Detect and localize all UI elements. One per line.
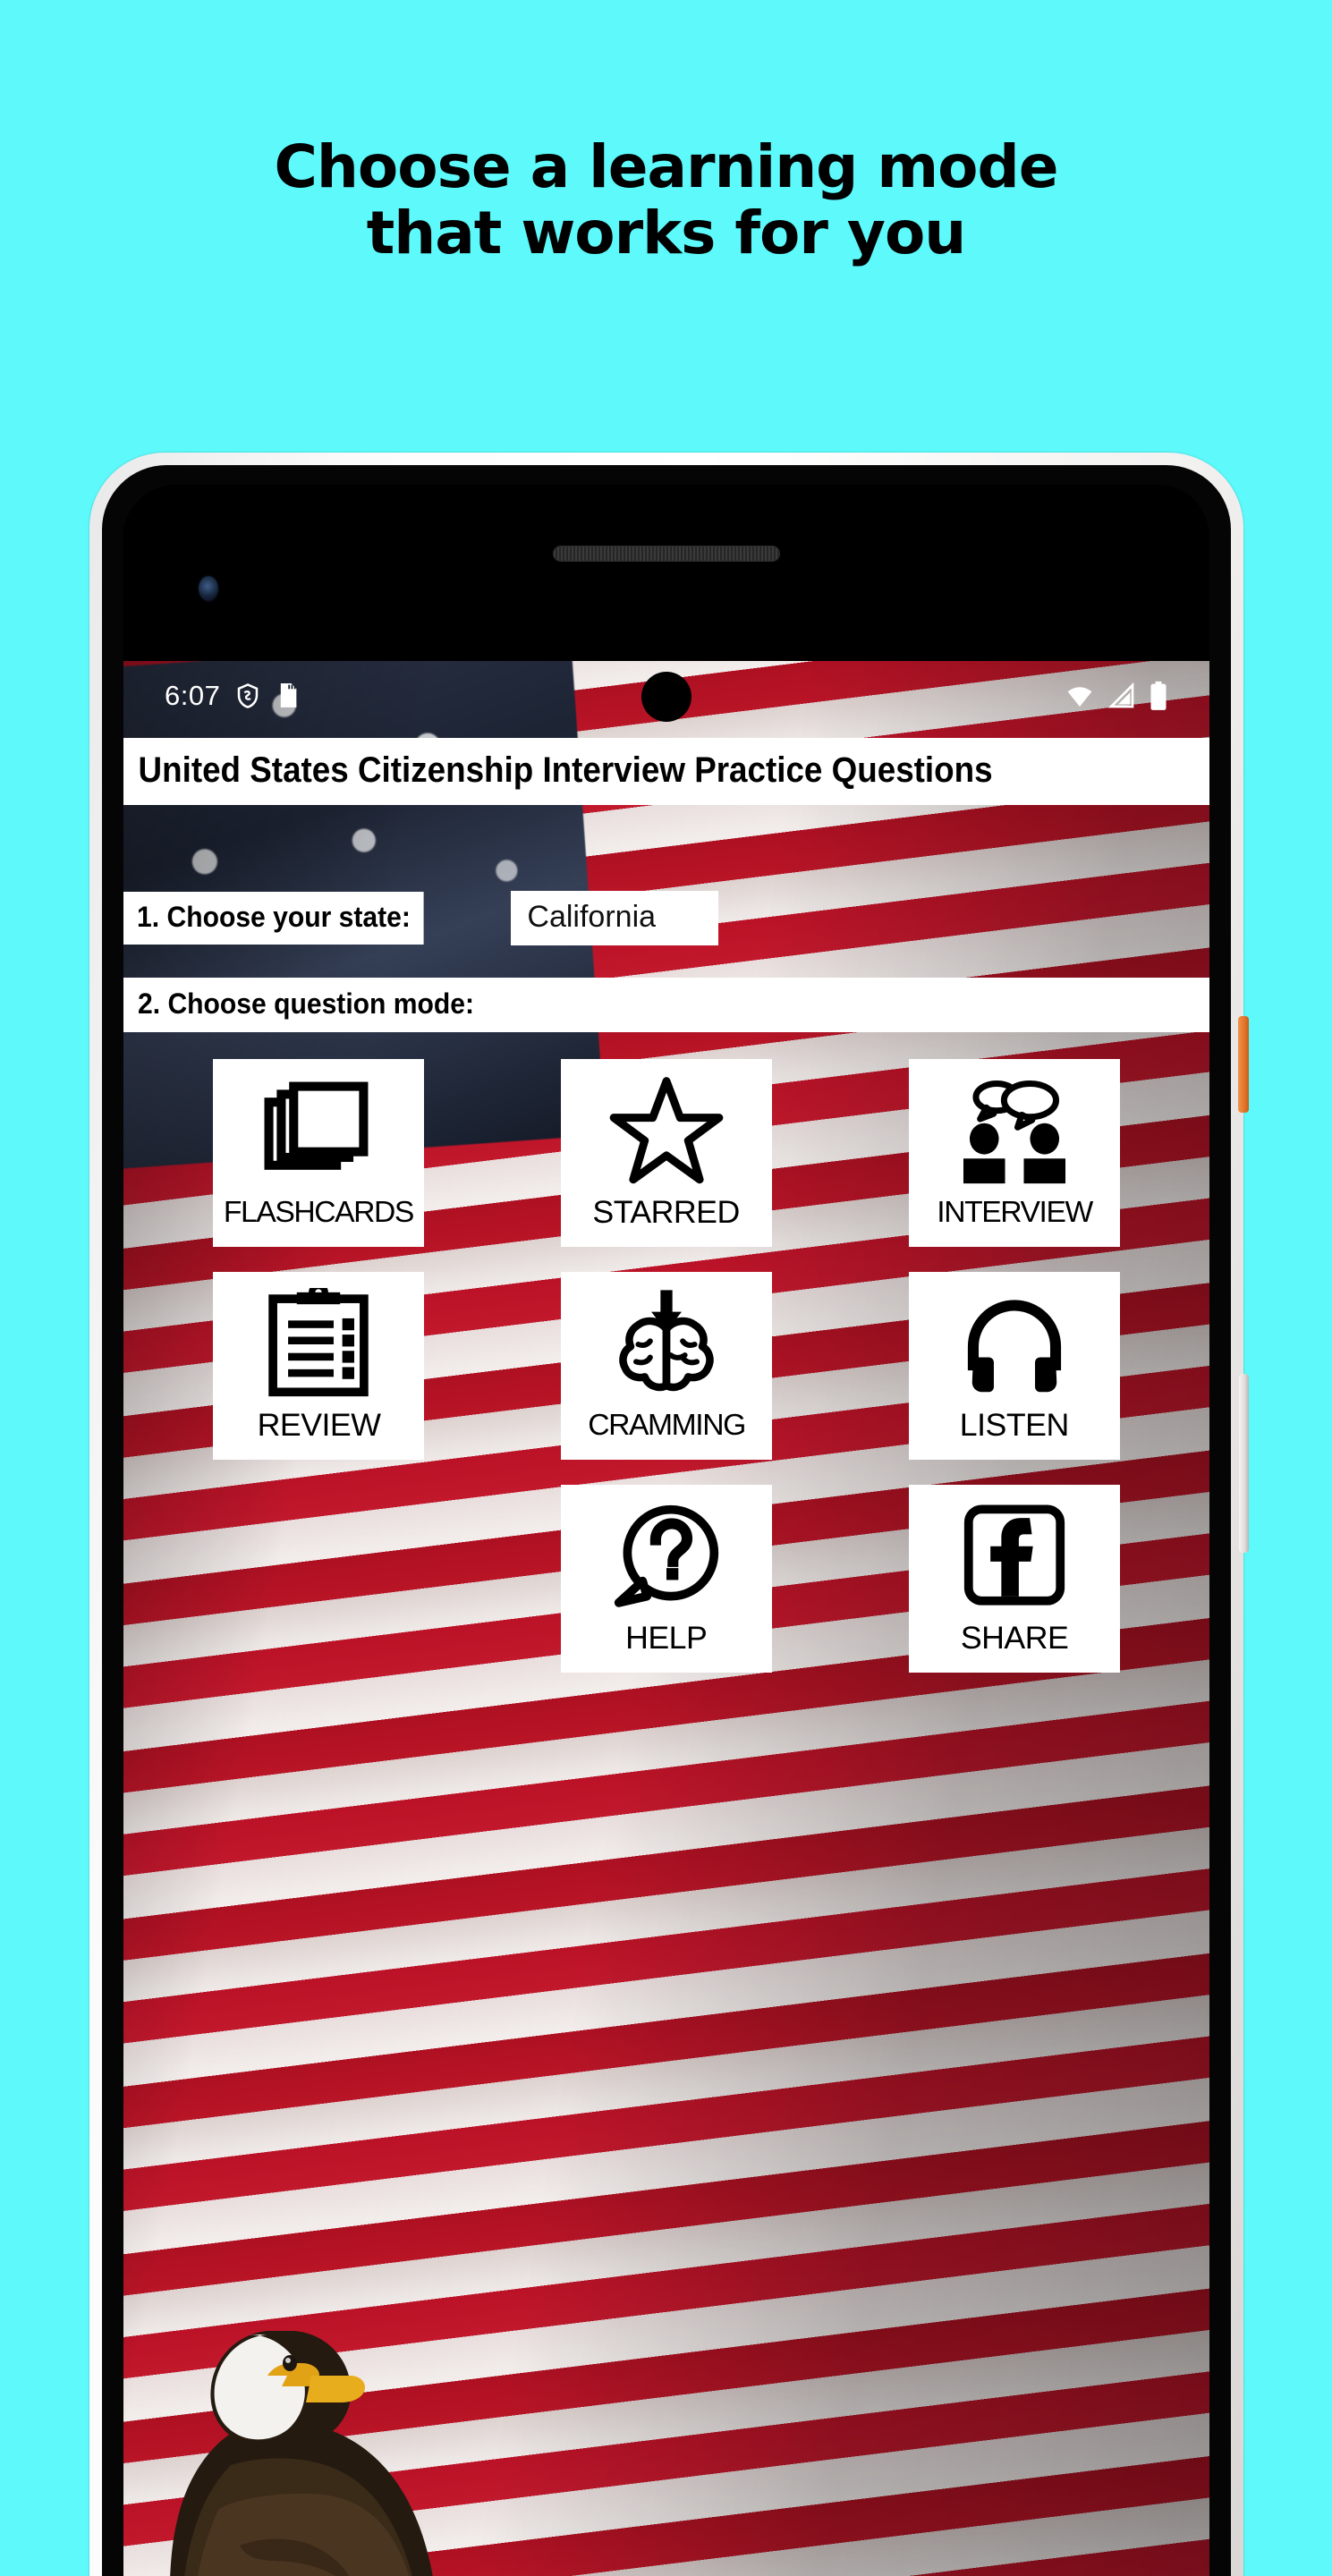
sd-card-icon: [281, 683, 297, 708]
screenshot-root: Choose a learning mode that works for yo…: [0, 0, 1332, 2576]
status-bar-right: [1065, 681, 1168, 711]
headline-line-1: Choose a learning mode: [274, 132, 1058, 201]
brain-down-arrow-icon: [610, 1279, 723, 1410]
power-button[interactable]: [1238, 1016, 1249, 1113]
mode-step-label-text: 2. Choose question mode:: [138, 987, 475, 1020]
status-bar-left: 6:07: [165, 680, 301, 712]
mode-tile-label: INTERVIEW: [936, 1194, 1093, 1228]
question-speech-bubble-icon: [610, 1492, 723, 1623]
wifi-icon: [1067, 687, 1092, 707]
mode-tile-cramming[interactable]: CRAMMING: [560, 1271, 772, 1460]
shield-icon: [238, 683, 259, 708]
mode-tile-flashcards[interactable]: FLASHCARDS: [213, 1058, 425, 1247]
mode-tile-help[interactable]: HELP: [560, 1484, 772, 1673]
app-content: United States Citizenship Interview Prac…: [123, 738, 1209, 2576]
phone-inner-frame: 6:07 United States Citizenship Interview…: [102, 465, 1231, 2576]
state-step-label: 1. Choose your state:: [123, 891, 424, 945]
state-select[interactable]: California: [511, 890, 719, 945]
front-camera-icon: [199, 576, 218, 601]
headphones-icon: [958, 1279, 1071, 1410]
headline-line-2: that works for you: [366, 198, 967, 267]
phone-mockup: 6:07 United States Citizenship Interview…: [89, 453, 1249, 2576]
star-outline-icon: [609, 1066, 724, 1197]
two-people-speech-bubbles-icon: [957, 1066, 1072, 1197]
mode-tile-review[interactable]: REVIEW: [213, 1271, 425, 1460]
phone-bezel: 6:07 United States Citizenship Interview…: [123, 485, 1209, 2576]
mode-tile-listen[interactable]: LISTEN: [908, 1271, 1120, 1460]
mode-tile-interview[interactable]: INTERVIEW: [908, 1058, 1120, 1247]
mode-step-label: 2. Choose question mode:: [123, 977, 1209, 1032]
volume-rocker[interactable]: [1239, 1374, 1249, 1553]
facebook-f-icon: [960, 1492, 1069, 1623]
clipboard-checklist-icon: [263, 1279, 374, 1410]
battery-icon: [1150, 681, 1167, 710]
mode-tile-label: LISTEN: [959, 1407, 1069, 1443]
cellular-signal-icon: [1107, 682, 1134, 708]
punch-hole-camera: [641, 672, 691, 722]
mode-tile-label: FLASHCARDS: [224, 1194, 414, 1228]
app-title: United States Citizenship Interview Prac…: [123, 738, 1209, 805]
mode-tile-label: STARRED: [592, 1194, 741, 1230]
mode-grid: FLASHCARDS STARRED INTERVIEW REVIEW CRAM…: [123, 1058, 1209, 1673]
status-time: 6:07: [165, 680, 221, 711]
grid-empty-cell: [213, 1485, 424, 1673]
page-title: Choose a learning mode that works for yo…: [0, 134, 1332, 267]
mode-tile-starred[interactable]: STARRED: [560, 1058, 772, 1247]
mode-tile-label: REVIEW: [257, 1407, 381, 1443]
state-selector-row: 1. Choose your state: California: [123, 890, 1209, 945]
mode-tile-label: HELP: [625, 1620, 708, 1656]
phone-screen: 6:07 United States Citizenship Interview…: [123, 661, 1209, 2576]
mode-tile-label: CRAMMING: [588, 1407, 746, 1441]
stacked-cards-icon: [262, 1066, 375, 1197]
mode-tile-share[interactable]: SHARE: [908, 1484, 1120, 1673]
mode-tile-label: SHARE: [960, 1620, 1068, 1656]
earpiece-speaker-icon: [553, 546, 780, 562]
